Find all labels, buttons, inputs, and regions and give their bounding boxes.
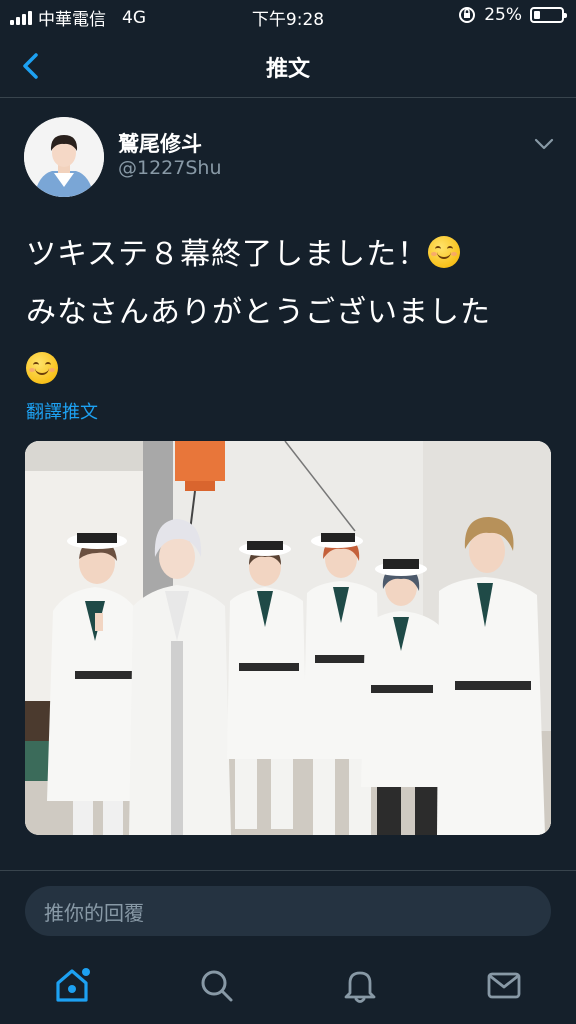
reply-input[interactable]: 推你的回覆 — [25, 886, 551, 936]
smiling-face-emoji-icon — [428, 236, 461, 268]
home-icon[interactable] — [52, 965, 92, 1005]
tweet-line: みなさんありがとうございました — [26, 295, 491, 330]
nav-header: 推文 — [0, 34, 576, 98]
mail-icon[interactable] — [484, 965, 524, 1005]
smiling-face-emoji-icon — [26, 352, 58, 384]
reply-placeholder: 推你的回覆 — [44, 900, 144, 925]
bell-icon[interactable] — [340, 965, 380, 1005]
tweet-text: ツキステ８幕終了しました！ みなさんありがとうございました — [26, 226, 556, 400]
avatar[interactable] — [24, 117, 104, 197]
avatar-image — [24, 117, 104, 197]
battery-icon — [530, 7, 567, 23]
tweet-line: ツキステ８幕終了しました！ — [26, 226, 556, 284]
status-right: 25% — [458, 5, 567, 25]
chevron-down-icon[interactable] — [532, 134, 556, 154]
author-handle[interactable]: @1227Shu — [118, 157, 222, 179]
rotation-lock-icon — [459, 7, 476, 23]
tweet-photo[interactable] — [25, 441, 551, 835]
search-icon[interactable] — [196, 965, 236, 1005]
battery-percent: 25% — [484, 5, 522, 25]
tab-bar — [0, 955, 576, 1024]
author-display-name[interactable]: 鷲尾修斗 — [118, 128, 202, 158]
divider — [0, 870, 576, 871]
page-title: 推文 — [265, 57, 310, 82]
tweet-line — [26, 342, 556, 400]
translate-tweet-link[interactable]: 翻譯推文 — [26, 398, 98, 424]
group-photo-image — [25, 441, 551, 835]
status-bar: 中華電信 4G 下午9:28 25% — [0, 0, 576, 34]
